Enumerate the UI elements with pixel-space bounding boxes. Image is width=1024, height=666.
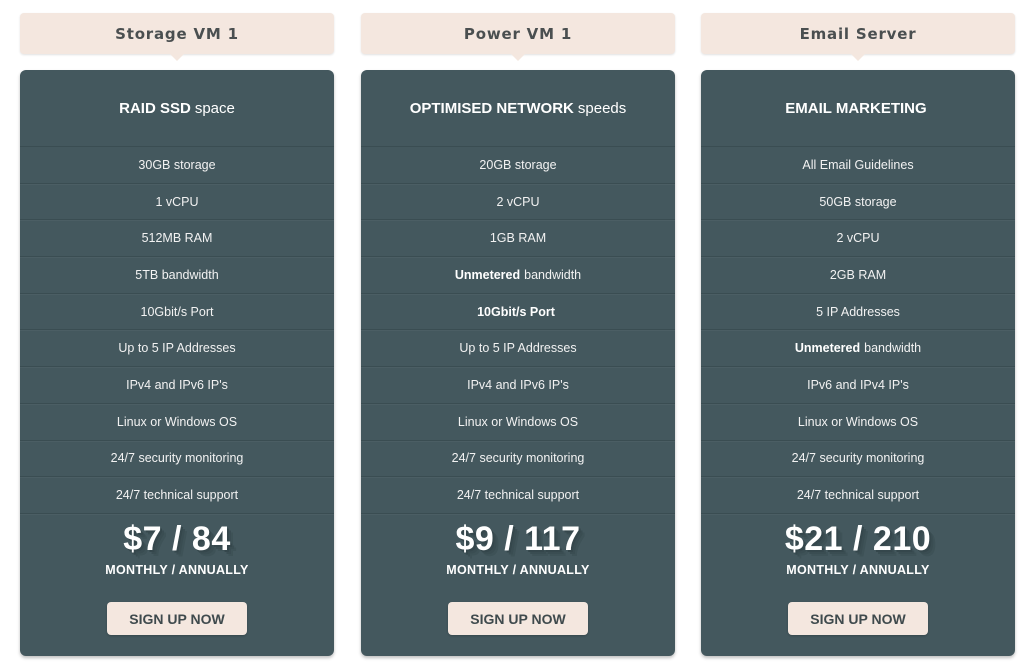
feature-text: Up to 5 IP Addresses	[118, 341, 236, 356]
feature-item: Linux or Windows OS	[701, 404, 1015, 441]
feature-highlight: Unmetered	[794, 341, 861, 356]
feature-text: 2GB RAM	[829, 267, 887, 282]
feature-text: 24/7 technical support	[115, 488, 239, 503]
feature-text: IPv6 and IPv4 IP's	[807, 377, 909, 392]
feature-text: Linux or Windows OS	[116, 414, 238, 429]
plan-card: RAID SSD space 30GB storage 1 vCPU 512MB …	[20, 70, 334, 656]
feature-item: 1GB RAM	[361, 220, 675, 258]
feature-text: Linux or Windows OS	[457, 414, 579, 429]
feature-item: Linux or Windows OS	[361, 404, 675, 441]
plan-headline-bold: OPTIMISED NETWORK	[409, 99, 574, 117]
plan-headline: RAID SSD space	[20, 70, 334, 147]
feature-text: 1 vCPU	[155, 194, 199, 209]
plan-name: Storage VM 1	[115, 24, 239, 43]
feature-list: All Email Guidelines 50GB storage 2 vCPU…	[701, 147, 1015, 514]
plan-column-storage-vm: Storage VM 1 RAID SSD space 30GB storage …	[20, 13, 334, 656]
feature-item: 512MB RAM	[20, 220, 334, 258]
feature-list: 30GB storage 1 vCPU 512MB RAM 5TB bandwi…	[20, 147, 334, 514]
feature-text: 24/7 security monitoring	[791, 451, 925, 466]
feature-text: 2 vCPU	[836, 231, 880, 246]
plan-name-tab: Power VM 1	[361, 13, 675, 61]
feature-text: 1GB RAM	[489, 231, 547, 246]
feature-item: 24/7 security monitoring	[701, 441, 1015, 478]
sign-up-button[interactable]: SIGN UP NOW	[107, 602, 247, 635]
feature-text: 5 IP Addresses	[816, 304, 900, 319]
feature-item: IPv4 and IPv6 IP's	[361, 367, 675, 404]
tab-pointer-arrow	[851, 54, 865, 61]
feature-item: 30GB storage	[20, 147, 334, 184]
feature-item: 10Gbit/s Port	[361, 294, 675, 331]
feature-text: 10Gbit/s Port	[140, 304, 214, 319]
feature-text: All Email Guidelines	[802, 157, 914, 172]
feature-item: 5TB bandwidth	[20, 257, 334, 294]
feature-item: 24/7 security monitoring	[20, 441, 334, 478]
feature-text: IPv4 and IPv6 IP's	[126, 377, 228, 392]
feature-item: 24/7 technical support	[701, 477, 1015, 514]
feature-list: 20GB storage 2 vCPU 1GB RAM Unmetered ban…	[361, 147, 675, 514]
feature-text: 5TB bandwidth	[135, 267, 219, 282]
feature-item: 2 vCPU	[361, 184, 675, 221]
plan-name-tab: Storage VM 1	[20, 13, 334, 61]
tab-pointer-arrow	[511, 54, 525, 61]
feature-item: Linux or Windows OS	[20, 404, 334, 441]
feature-text: bandwidth	[524, 267, 582, 282]
feature-text: 24/7 technical support	[456, 488, 580, 503]
plan-headline-bold: EMAIL MARKETING	[785, 99, 927, 117]
feature-item: 20GB storage	[361, 147, 675, 184]
feature-item: Unmetered bandwidth	[361, 257, 675, 294]
plan-headline-rest: space	[194, 99, 235, 117]
plan-name: Email Server	[799, 24, 917, 43]
feature-item: 50GB storage	[701, 184, 1015, 221]
feature-text: Linux or Windows OS	[797, 414, 919, 429]
feature-text: Up to 5 IP Addresses	[459, 341, 577, 356]
feature-item: IPv4 and IPv6 IP's	[20, 367, 334, 404]
billing-period: MONTHLY / ANNUALLY	[786, 563, 930, 577]
billing-period: MONTHLY / ANNUALLY	[105, 563, 249, 577]
plan-card: OPTIMISED NETWORK speeds 20GB storage 2 v…	[361, 70, 675, 656]
feature-item: IPv6 and IPv4 IP's	[701, 367, 1015, 404]
feature-text: 24/7 technical support	[796, 488, 920, 503]
feature-text: 512MB RAM	[141, 231, 213, 246]
plan-headline-rest: speeds	[577, 99, 627, 117]
feature-text: 24/7 security monitoring	[451, 451, 585, 466]
feature-item: 24/7 technical support	[20, 477, 334, 514]
feature-text: 2 vCPU	[496, 194, 540, 209]
plan-headline: OPTIMISED NETWORK speeds	[361, 70, 675, 147]
billing-period: MONTHLY / ANNUALLY	[446, 563, 590, 577]
feature-text: 20GB storage	[479, 157, 557, 172]
feature-text: 30GB storage	[138, 157, 216, 172]
plan-price: $9 / 117	[455, 520, 581, 558]
feature-item: All Email Guidelines	[701, 147, 1015, 184]
feature-item: Unmetered bandwidth	[701, 330, 1015, 368]
feature-item: Up to 5 IP Addresses	[361, 330, 675, 368]
feature-item: 10Gbit/s Port	[20, 294, 334, 331]
plan-headline-bold: RAID SSD	[119, 99, 191, 117]
plan-price: $7 / 84	[123, 520, 231, 558]
feature-text: IPv4 and IPv6 IP's	[467, 377, 569, 392]
plan-column-power-vm: Power VM 1 OPTIMISED NETWORK speeds 20GB …	[361, 13, 675, 656]
sign-up-button[interactable]: SIGN UP NOW	[448, 602, 588, 635]
feature-item: Up to 5 IP Addresses	[20, 330, 334, 368]
plan-column-email-server: Email Server EMAIL MARKETING All Email G…	[701, 13, 1015, 656]
feature-item: 2GB RAM	[701, 257, 1015, 294]
feature-item: 2 vCPU	[701, 220, 1015, 258]
feature-highlight: Unmetered	[454, 267, 521, 282]
tab-pointer-arrow	[170, 54, 184, 61]
feature-item: 24/7 security monitoring	[361, 441, 675, 478]
plan-headline: EMAIL MARKETING	[701, 70, 1015, 147]
plan-card: EMAIL MARKETING All Email Guidelines 50G…	[701, 70, 1015, 656]
plan-price: $21 / 210	[784, 520, 932, 558]
feature-text: 24/7 security monitoring	[110, 451, 244, 466]
feature-text: bandwidth	[864, 341, 922, 356]
feature-item: 1 vCPU	[20, 184, 334, 221]
plan-name-tab: Email Server	[701, 13, 1015, 61]
feature-item: 5 IP Addresses	[701, 294, 1015, 331]
feature-highlight: 10Gbit/s Port	[477, 304, 555, 319]
sign-up-button[interactable]: SIGN UP NOW	[788, 602, 928, 635]
plan-name: Power VM 1	[463, 24, 573, 43]
feature-item: 24/7 technical support	[361, 477, 675, 514]
feature-text: 50GB storage	[819, 194, 897, 209]
